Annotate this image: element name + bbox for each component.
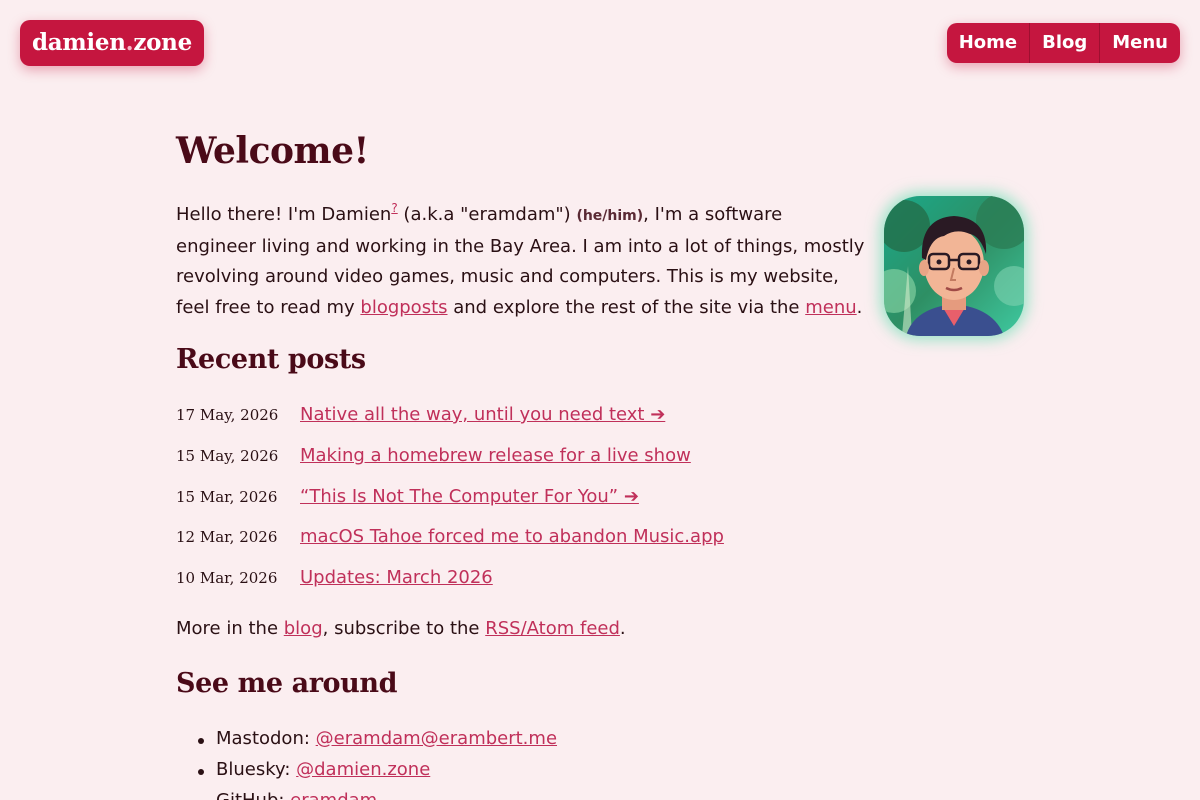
social-label: GitHub:: [216, 790, 290, 800]
site-logo-link[interactable]: damien.zone: [20, 20, 204, 66]
list-item: GitHub: eramdam: [216, 790, 377, 800]
avatar: [884, 196, 1024, 336]
nav-home-link[interactable]: Home: [947, 23, 1029, 63]
post-date: 15 Mar, 2026: [176, 488, 278, 506]
intro-text-5: .: [856, 296, 863, 318]
intro-text-2: (a.k.a "eramdam"): [397, 204, 577, 225]
pronouns: (he/him): [576, 208, 644, 224]
blog-link[interactable]: blog: [284, 618, 323, 639]
more-text-2: , subscribe to the: [322, 618, 486, 639]
list-item: 10 Mar, 2026 Updates: March 2026: [176, 567, 876, 593]
post-title-link[interactable]: “This Is Not The Computer For You” ➔: [300, 486, 639, 507]
intro-paragraph: Hello there! I'm Damien? (a.k.a "eramdam…: [176, 200, 866, 323]
post-date: 17 May, 2026: [176, 406, 279, 424]
mastodon-link[interactable]: @eramdam@erambert.me: [316, 728, 557, 749]
nav-blog-link[interactable]: Blog: [1029, 23, 1099, 63]
social-label: Mastodon:: [216, 728, 316, 749]
more-paragraph: More in the blog, subscribe to the RSS/A…: [176, 618, 626, 639]
post-date: 10 Mar, 2026: [176, 569, 278, 587]
more-text-3: .: [619, 618, 626, 639]
post-title-link[interactable]: macOS Tahoe forced me to abandon Music.a…: [300, 526, 724, 547]
list-item: 15 May, 2026 Making a homebrew release f…: [176, 445, 876, 471]
github-link[interactable]: eramdam: [290, 790, 377, 800]
list-item: Mastodon: @eramdam@erambert.me: [197, 728, 557, 749]
bluesky-link[interactable]: @damien.zone: [296, 759, 430, 780]
list-item: Bluesky: @damien.zone: [197, 759, 430, 780]
post-title-link[interactable]: Updates: March 2026: [300, 567, 493, 588]
post-date: 12 Mar, 2026: [176, 528, 278, 546]
list-item: 12 Mar, 2026 macOS Tahoe forced me to ab…: [176, 526, 876, 552]
blogposts-link[interactable]: blogposts: [360, 297, 447, 318]
social-label: Bluesky:: [216, 759, 297, 780]
list-item: 15 Mar, 2026 “This Is Not The Computer F…: [176, 486, 876, 512]
see-me-around-heading: See me around: [176, 668, 398, 699]
avatar-illustration-icon: [884, 196, 1024, 336]
logo-text-main: damien: [32, 29, 126, 56]
menu-link[interactable]: menu: [805, 297, 856, 318]
post-title-link[interactable]: Native all the way, until you need text …: [300, 404, 665, 425]
intro-text-1: Hello there! I'm Damien: [176, 204, 392, 225]
page: damien.zone Home Blog Menu Welcome! Hell…: [0, 0, 1200, 800]
list-item: 17 May, 2026 Native all the way, until y…: [176, 404, 876, 430]
page-title: Welcome!: [176, 130, 369, 172]
rss-feed-link[interactable]: RSS/Atom feed: [485, 618, 620, 639]
nav-menu-link[interactable]: Menu: [1099, 23, 1180, 63]
recent-posts-heading: Recent posts: [176, 344, 366, 375]
post-title-link[interactable]: Making a homebrew release for a live sho…: [300, 445, 691, 466]
intro-text-4: and explore the rest of the site via the: [447, 296, 806, 318]
post-date: 15 May, 2026: [176, 447, 279, 465]
logo-text-tld: zone: [133, 29, 192, 56]
main-nav: Home Blog Menu: [946, 23, 1180, 63]
more-text-1: More in the: [176, 618, 284, 639]
